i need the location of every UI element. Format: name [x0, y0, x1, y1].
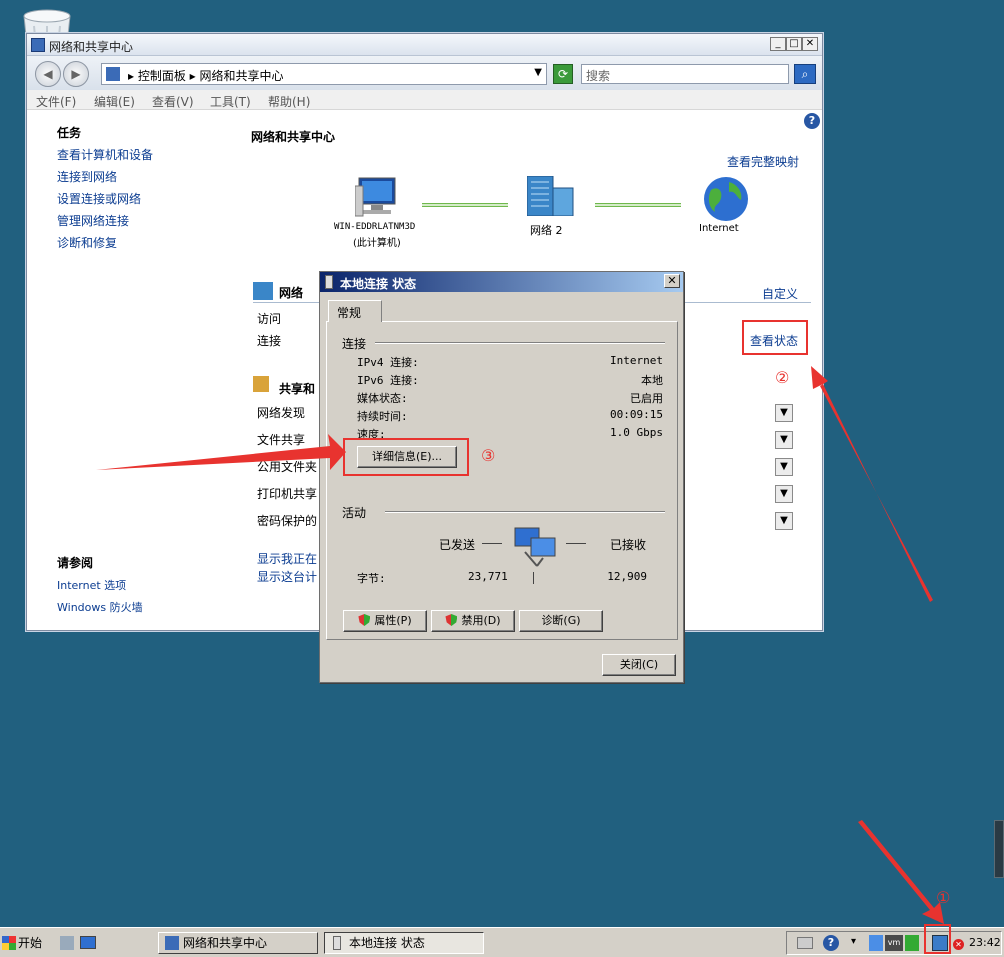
network-center-icon: [165, 936, 179, 950]
taskbar: 开始 网络和共享中心 本地连接 状态 ? ▾ vm ✕ 23:42: [0, 927, 1004, 957]
start-button[interactable]: 开始: [2, 932, 44, 954]
security-tray-icon[interactable]: [905, 935, 919, 951]
annotation-arrows: [96, 366, 944, 924]
taskbar-local-connection[interactable]: 本地连接 状态: [324, 932, 484, 954]
windows-logo-icon: [2, 936, 16, 950]
app-tray-icon[interactable]: [869, 935, 883, 951]
tab-general[interactable]: 常规: [328, 300, 382, 322]
vm-tools-icon[interactable]: vm: [885, 935, 903, 951]
server-manager-icon[interactable]: [60, 936, 74, 950]
volume-muted-icon[interactable]: ✕: [953, 939, 964, 950]
taskbar-network-center[interactable]: 网络和共享中心: [158, 932, 318, 954]
side-gadget: [994, 820, 1004, 878]
clock[interactable]: 23:42: [969, 936, 1001, 949]
keyboard-icon[interactable]: [797, 937, 813, 949]
network-adapter-icon: [333, 936, 341, 950]
show-desktop-icon[interactable]: [80, 936, 96, 949]
help-icon[interactable]: ?: [823, 935, 839, 951]
annotation-step-1: ①: [936, 888, 951, 907]
tray-expand-icon[interactable]: ▾: [851, 936, 856, 947]
system-tray: ? ▾ vm ✕ 23:42: [786, 931, 1002, 955]
annotation-box-tray-network: [924, 924, 951, 954]
